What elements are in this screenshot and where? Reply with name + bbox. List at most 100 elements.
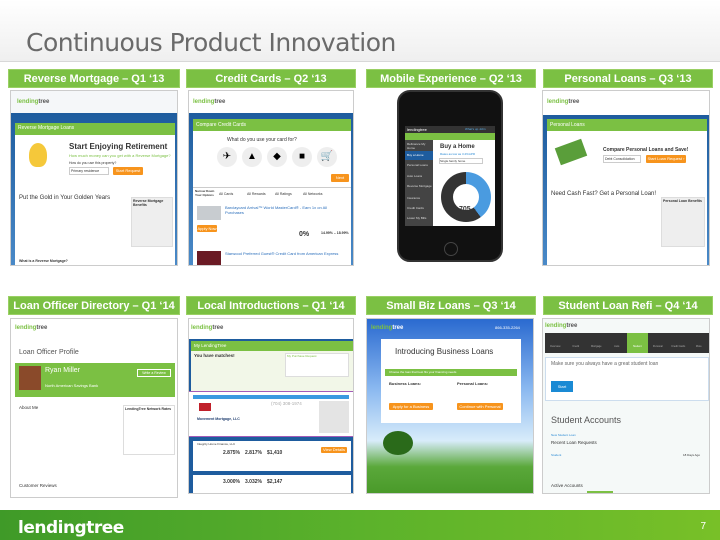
- panel-label-student-loan: Student Loan Refi – Q4 ‘14: [543, 296, 713, 315]
- card-image: [197, 251, 221, 265]
- loan-purpose-select[interactable]: Debt Consolidation: [603, 155, 641, 163]
- filter-rewards[interactable]: All Rewards: [247, 192, 266, 196]
- groceries-icon[interactable]: 🛒: [317, 147, 337, 167]
- card-title[interactable]: Barclaycard Arrival™ World MasterCard® -…: [225, 205, 345, 215]
- filter-label: Narrow Down Your Options: [195, 189, 215, 197]
- officer-name: Ryan Miller: [45, 367, 81, 374]
- tab-more[interactable]: More: [689, 333, 710, 353]
- rate: 3.000%: [223, 479, 240, 485]
- start-loan-request-button[interactable]: Start Loan Request ›: [646, 155, 686, 163]
- rate: 2.875%: [223, 450, 240, 456]
- gas-icon[interactable]: ■: [292, 147, 312, 167]
- panel-label-personal-loans: Personal Loans – Q3 ‘13: [543, 69, 713, 88]
- tab-mortgage[interactable]: Mortgage: [586, 333, 607, 353]
- credit-score: 705: [459, 206, 471, 213]
- panel-label-credit-cards: Credit Cards – Q2 ‘13: [186, 69, 356, 88]
- home-type-select[interactable]: Single family home: [439, 158, 483, 164]
- question: How do you use this property?: [69, 161, 117, 165]
- entertainment-icon[interactable]: ◆: [267, 147, 287, 167]
- choose-loan-bar: Choose the loan that best fits your fina…: [389, 370, 457, 374]
- rates-widget-title: LendingTree Network Rates: [125, 407, 172, 411]
- sidebar-title: Reverse Mortgage Benefits: [133, 199, 164, 207]
- lendingtree-logo: lendingtree: [191, 325, 224, 331]
- lender-phone: (704) 308-1974: [271, 401, 302, 406]
- new-student-loan-link[interactable]: New Student Loan: [551, 433, 576, 437]
- panel-label-loan-officer: Loan Officer Directory – Q1 ‘14: [8, 296, 180, 315]
- slide-title: Continuous Product Innovation: [26, 28, 396, 57]
- headline: What do you use your card for?: [227, 137, 297, 143]
- regular-apr: 14.99% – 18.99%: [321, 231, 349, 235]
- view-details-button[interactable]: View Details: [321, 447, 347, 453]
- rate-text: Rates as low as 3.2%APR: [440, 152, 476, 156]
- phone-number: 866-335-2264: [495, 325, 520, 330]
- request-row-link[interactable]: Student: [551, 453, 561, 457]
- lendingtree-logo: lendingtree: [17, 99, 50, 105]
- card-image: [197, 206, 221, 220]
- panel-label-reverse-mortgage: Reverse Mortgage – Q1 ‘13: [8, 69, 180, 88]
- panel-label-mobile: Mobile Experience – Q2 ‘13: [366, 69, 536, 88]
- business-loans-heading: Business Loans:: [389, 381, 422, 386]
- reviews-heading: Customer Reviews: [19, 483, 57, 488]
- apr: 3.032%: [245, 479, 262, 485]
- write-review-button[interactable]: Write a Review: [137, 369, 171, 377]
- lender-name: Integrity Home Finance, LLC: [197, 442, 236, 446]
- tab-overview[interactable]: Overview: [545, 333, 566, 353]
- next-button[interactable]: Next: [331, 174, 349, 182]
- home-button[interactable]: [444, 242, 458, 256]
- menu-item[interactable]: Credit Cards: [407, 206, 424, 210]
- menu-item[interactable]: Reverse Mortgage: [407, 184, 432, 188]
- monthly-payment: $1,410: [267, 450, 283, 456]
- filter-ratings[interactable]: All Ratings: [275, 192, 292, 196]
- headline: Start Enjoying Retirement: [69, 142, 168, 151]
- recent-requests-heading: Recent Loan Requests: [551, 440, 597, 445]
- subheadline: How much money can you get with a Revers…: [69, 153, 171, 158]
- menu-item[interactable]: Buy a Home: [407, 153, 424, 157]
- monthly-payment: $2,147: [267, 479, 283, 485]
- subheading: What is a Reverse Mortgage?: [19, 259, 68, 263]
- card-title[interactable]: Starwood Preferred Guest® Credit Card fr…: [225, 251, 345, 256]
- filter-cards[interactable]: All Cards: [219, 192, 233, 196]
- banner-title: Personal Loans: [550, 122, 585, 128]
- menu-item[interactable]: Lower My Bills: [407, 216, 426, 220]
- tab-auto[interactable]: Auto: [607, 333, 628, 353]
- banner-title: Reverse Mortgage Loans: [18, 125, 75, 131]
- map[interactable]: [319, 401, 349, 433]
- personal-loans-screenshot: lendingtree Personal Loans Compare Perso…: [542, 90, 710, 266]
- tab-student[interactable]: Student: [627, 333, 648, 353]
- local-introductions-screenshot: lendingtree My LendingTree You have matc…: [188, 318, 354, 494]
- tab-credit-cards[interactable]: Credit Cards: [668, 333, 689, 353]
- property-select[interactable]: Primary residence: [69, 167, 109, 175]
- section-heading: Put the Gold in Your Golden Years: [19, 195, 111, 201]
- officer-company: North American Savings Bank: [45, 383, 99, 388]
- panel-label-small-biz: Small Biz Loans – Q3 ‘14: [366, 296, 536, 315]
- apply-business-loan-button[interactable]: Apply for a Business Loan: [389, 403, 433, 416]
- menu-item[interactable]: Refinance My Home: [407, 142, 433, 150]
- menu-item[interactable]: Insurance: [407, 196, 420, 200]
- banner-text: Make sure you always have a great studen…: [551, 361, 659, 367]
- apply-now-button[interactable]: Apply Now: [197, 225, 217, 232]
- headline: Introducing Business Loans: [395, 347, 494, 356]
- banner-title: Compare Credit Cards: [196, 122, 247, 128]
- lender-name: Movement Mortgage, LLC: [197, 417, 240, 421]
- tree-image: [383, 431, 413, 455]
- headline: You have matches!: [194, 353, 235, 358]
- section-heading: Need Cash Fast? Get a Personal Loan!: [551, 191, 657, 197]
- tab-personal[interactable]: Personal: [648, 333, 669, 353]
- menu-item[interactable]: Auto Loans: [407, 174, 422, 178]
- lender-logo: [199, 403, 211, 411]
- avatar: [19, 366, 41, 390]
- menu-item[interactable]: Personal Loans: [407, 163, 428, 167]
- headline: Buy a Home: [440, 144, 475, 150]
- lendingtree-logo: lendingtree: [547, 99, 580, 105]
- panel-label-local-introductions: Local Introductions – Q1 ‘14: [186, 296, 356, 315]
- dining-icon[interactable]: ▲: [242, 147, 262, 167]
- page-heading: Student Accounts: [551, 415, 622, 425]
- tab-credit[interactable]: Credit: [566, 333, 587, 353]
- banner-title: My LendingTree: [194, 343, 227, 348]
- start-request-button[interactable]: Start Request: [113, 167, 143, 175]
- travel-icon[interactable]: ✈: [217, 147, 237, 167]
- lendingtree-logo: lendingtree: [193, 99, 226, 105]
- filter-networks[interactable]: All Networks: [303, 192, 322, 196]
- start-button[interactable]: Start: [551, 381, 573, 392]
- continue-personal-loan-button[interactable]: Continue with Personal Loan: [457, 403, 503, 416]
